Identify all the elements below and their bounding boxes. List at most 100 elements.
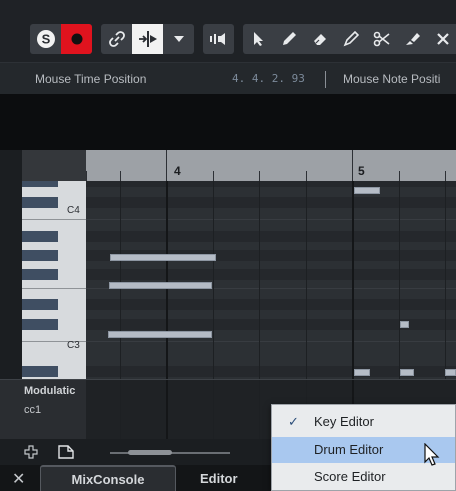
midi-note[interactable] xyxy=(108,331,212,338)
scissors-icon xyxy=(373,31,390,47)
solo-button[interactable]: S xyxy=(30,24,61,54)
controller-name[interactable]: Modulatic xyxy=(24,385,84,397)
object-selection-tool[interactable] xyxy=(243,24,273,54)
x-icon xyxy=(436,33,449,45)
ruler-tick xyxy=(166,150,167,181)
eraser-icon xyxy=(314,34,326,45)
note-display[interactable] xyxy=(86,181,456,379)
grid-vline xyxy=(445,181,446,379)
audition-button[interactable] xyxy=(203,24,234,54)
grid-bar-line xyxy=(166,181,168,379)
ruler-tick xyxy=(213,171,214,181)
grid-vline xyxy=(306,181,307,379)
black-key xyxy=(22,269,58,280)
black-key xyxy=(22,366,58,377)
ruler-tick xyxy=(86,171,87,181)
midi-note[interactable] xyxy=(109,282,212,289)
mouse-time-position-label: Mouse Time Position xyxy=(35,72,147,86)
event-info-area xyxy=(0,94,456,150)
mouse-time-position-value: 4. 4. 2. 93 xyxy=(232,72,305,85)
svg-text:S: S xyxy=(41,32,50,47)
info-line: Mouse Time Position 4. 4. 2. 93 Mouse No… xyxy=(0,62,456,94)
ruler-tick xyxy=(259,171,260,181)
ruler-tick xyxy=(399,171,400,181)
menu-item-label: Drum Editor xyxy=(314,442,384,457)
autoscroll-button[interactable] xyxy=(132,24,163,54)
midi-note[interactable] xyxy=(110,254,216,261)
grid-hline xyxy=(86,341,456,342)
ruler-corner xyxy=(22,150,86,181)
white-key-divider xyxy=(22,219,86,220)
solo-icon: S xyxy=(36,30,55,48)
pointer-icon xyxy=(254,32,263,46)
grid-bar-line xyxy=(352,181,354,379)
dropdown-button[interactable] xyxy=(163,24,194,54)
add-controller-lane-icon xyxy=(24,445,38,459)
midi-note[interactable] xyxy=(445,369,456,376)
autoscroll-icon xyxy=(138,31,157,47)
close-lower-zone-button[interactable]: ✕ xyxy=(12,469,25,489)
line-tool-icon xyxy=(343,31,359,47)
horizontal-scrollbar-thumb[interactable] xyxy=(128,450,172,455)
glue-icon xyxy=(406,33,420,45)
key-label-c4: C4 xyxy=(67,205,80,216)
menu-item-score-editor[interactable]: Score Editor xyxy=(272,464,455,490)
grid-vline xyxy=(213,380,214,440)
ruler-tick xyxy=(306,171,307,181)
grid-vline xyxy=(213,181,214,379)
grid-vline xyxy=(259,380,260,440)
grid-vline xyxy=(120,380,121,440)
tab-mixconsole[interactable]: MixConsole xyxy=(40,465,176,491)
black-key xyxy=(22,299,58,310)
solo-record-group: S xyxy=(30,24,92,54)
glue-tool[interactable] xyxy=(398,24,428,54)
info-divider xyxy=(325,71,326,88)
key-label-c3: C3 xyxy=(67,340,80,351)
line-tool[interactable] xyxy=(336,24,366,54)
black-key xyxy=(22,181,58,187)
draw-tool[interactable] xyxy=(274,24,304,54)
lane-presets-button[interactable] xyxy=(58,445,74,462)
controller-cc: cc1 xyxy=(24,404,42,416)
grid-row xyxy=(86,299,456,310)
mute-tool[interactable] xyxy=(429,24,456,54)
chevron-down-icon xyxy=(173,36,184,42)
mouse-note-position-label: Mouse Note Positi xyxy=(343,72,441,86)
grid-hline xyxy=(86,219,456,220)
black-key xyxy=(22,197,58,208)
erase-tool[interactable] xyxy=(305,24,335,54)
midi-note[interactable] xyxy=(400,369,414,376)
mouse-cursor-icon xyxy=(424,443,440,466)
menu-item-key-editor[interactable]: ✓ Key Editor xyxy=(272,409,455,435)
grid-bar-line xyxy=(166,380,168,440)
grid-vline xyxy=(259,181,260,379)
tab-editor[interactable]: Editor xyxy=(200,465,238,491)
midi-note[interactable] xyxy=(354,369,370,376)
grid-row xyxy=(86,231,456,242)
ruler-tick xyxy=(445,171,446,181)
ruler-tick xyxy=(352,150,353,181)
lane-presets-icon xyxy=(58,445,74,459)
link-button[interactable] xyxy=(101,24,132,54)
menu-item-label: Key Editor xyxy=(314,414,374,429)
toolbar: S xyxy=(0,0,456,62)
split-tool[interactable] xyxy=(367,24,397,54)
black-key xyxy=(22,231,58,242)
black-key xyxy=(22,319,58,330)
record-button[interactable] xyxy=(61,24,92,54)
pencil-icon xyxy=(283,32,296,45)
ruler[interactable]: 4 5 xyxy=(86,150,456,181)
menu-item-label: Score Editor xyxy=(314,469,386,484)
piano-keyboard[interactable]: C4 C3 xyxy=(22,181,86,379)
midi-note[interactable] xyxy=(354,187,380,194)
controller-lane-header[interactable]: Modulatic cc1 xyxy=(0,380,86,440)
ruler-tick xyxy=(120,171,121,181)
grid-row xyxy=(86,181,456,187)
record-icon xyxy=(71,33,82,45)
edit-group xyxy=(101,24,194,54)
ruler-bar-number: 5 xyxy=(358,164,365,178)
tools-group xyxy=(243,24,456,54)
add-lane-button[interactable] xyxy=(24,445,38,462)
grid-row xyxy=(86,197,456,208)
midi-note[interactable] xyxy=(400,321,409,328)
